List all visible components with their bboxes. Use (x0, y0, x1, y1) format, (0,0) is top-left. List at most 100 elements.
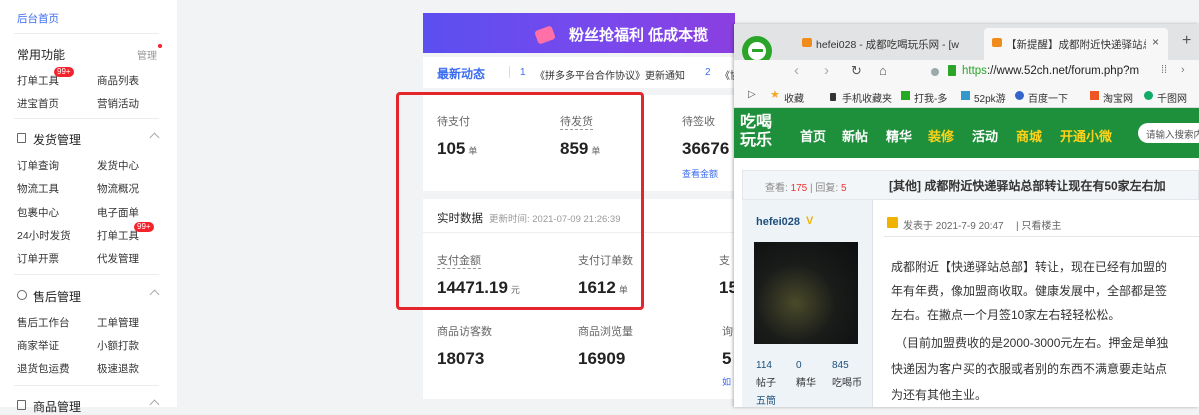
favicon-icon (992, 38, 1002, 47)
metric-link[interactable]: 如 (722, 375, 731, 388)
post-line: 年有年费，像加盟商收取。健康发展中，全部都是签 (891, 284, 1168, 298)
bookmark-item[interactable]: 百度一下 (1028, 90, 1068, 105)
post-line: 左右。在撇点一个月签10家左右轻轻松松。 (891, 308, 1121, 322)
bookmark-item[interactable]: 收藏 (784, 90, 804, 105)
home-icon[interactable]: ⌂ (879, 63, 887, 78)
metric-label[interactable]: 询 (722, 323, 733, 339)
news-index: 1 (520, 67, 526, 78)
bookmark-favicon-icon (961, 91, 970, 100)
divider (14, 118, 159, 119)
sidebar-item[interactable]: 打单工具 (97, 228, 139, 243)
nav-item[interactable]: 新帖 (842, 126, 868, 145)
count-badge: 99+ (134, 222, 154, 232)
bookmark-item[interactable]: 手机收藏夹 (842, 90, 892, 105)
view-amount-link[interactable]: 查看金额 (682, 167, 718, 180)
back-icon[interactable]: ‹ (794, 62, 799, 79)
tab-active[interactable]: 【新提醒】成都附近快递驿站总 × (984, 28, 1168, 60)
visitors-value: 18073 (437, 349, 485, 368)
sidebar-item[interactable]: 订单查询 (17, 158, 59, 173)
vip-icon: V (806, 215, 814, 227)
post-icon (887, 217, 898, 228)
only-author-link[interactable]: | 只看楼主 (1016, 217, 1061, 232)
sidebar-item[interactable]: 小额打款 (97, 338, 139, 353)
news-index: 2 (705, 67, 711, 78)
post-line: 快递因为客户买的衣服或者别的东西不满意要走站点 (891, 362, 1168, 376)
sidebar-item-print-tool[interactable]: 打单工具 (17, 73, 59, 88)
bookmark-item[interactable]: 52pk游 (974, 90, 1006, 105)
tab-inactive[interactable]: hefei028 - 成都吃喝玩乐网 - [w (794, 28, 984, 58)
forward-icon[interactable]: › (824, 62, 829, 79)
manage-button[interactable]: 管理 (137, 47, 157, 62)
nav-item[interactable]: 开通小微 (1060, 126, 1112, 145)
site-search-input[interactable]: 请输入搜索内 (1138, 123, 1199, 143)
url-input[interactable]: https://www.52ch.net/forum.php?m (962, 65, 1139, 77)
sidebar-item-goods-list[interactable]: 商品列表 (97, 73, 139, 88)
chevron-up-icon[interactable] (149, 132, 160, 143)
security-icon (931, 68, 939, 76)
metric-label[interactable]: 支 (719, 252, 730, 268)
sidebar-item[interactable]: 退货包运费 (17, 361, 70, 376)
chevron-up-icon[interactable] (149, 289, 160, 300)
sidebar-item[interactable]: 物流概况 (97, 181, 139, 196)
tab-title: hefei028 - 成都吃喝玩乐网 - [w (816, 39, 959, 51)
sidebar-toggle-icon[interactable]: ▷ (748, 89, 756, 100)
promo-banner[interactable]: 粉丝抢福利 低成本揽 (423, 13, 735, 53)
sidebar-item-marketing[interactable]: 营销活动 (97, 96, 139, 111)
post-date: 发表于 2021-7-9 20:47 (903, 221, 1004, 232)
nav-item[interactable]: 商城 (1016, 126, 1042, 145)
section-title-common: 常用功能 (17, 48, 66, 62)
bookmark-item[interactable]: 淘宝网 (1103, 90, 1133, 105)
site-logo[interactable]: 吃喝 玩乐 (740, 114, 772, 150)
pending-sign-label[interactable]: 待签收 (682, 113, 715, 129)
stat-value: 114 (756, 360, 772, 371)
nav-item[interactable]: 装修 (928, 126, 954, 145)
section-title-shipping[interactable]: 发货管理 (33, 131, 81, 148)
sidebar-item[interactable]: 商家举证 (17, 338, 59, 353)
sidebar-item[interactable]: 售后工作台 (17, 315, 70, 330)
sidebar-item[interactable]: 极速退款 (97, 361, 139, 376)
sidebar-item[interactable]: 物流工具 (17, 181, 59, 196)
sidebar: 后台首页 常用功能 管理 打单工具 99+ 商品列表 进宝首页 营销活动 发货管… (0, 0, 177, 414)
sidebar-item[interactable]: 代发管理 (97, 251, 139, 266)
nav-item[interactable]: 首页 (800, 126, 826, 145)
sidebar-item[interactable]: 工单管理 (97, 315, 139, 330)
section-title-aftersale[interactable]: 售后管理 (33, 288, 81, 305)
tab-title: 【新提醒】成都附近快递驿站总 (1006, 39, 1146, 51)
sidebar-item[interactable]: 订单开票 (17, 251, 59, 266)
grid-icon[interactable]: ⁞⁞ (1161, 64, 1167, 76)
bookmark-favicon-icon (1090, 91, 1099, 100)
nav-item[interactable]: 活动 (972, 126, 998, 145)
chevron-up-icon[interactable] (149, 399, 160, 410)
bookmark-item[interactable]: 打我-多 (914, 90, 947, 105)
author-name[interactable]: hefei028 (756, 216, 800, 228)
stat-label: 吃喝币 (832, 378, 862, 389)
metric-value: 5 (722, 349, 732, 368)
sidebar-item[interactable]: 包裹中心 (17, 205, 59, 220)
news-item-link[interactable]: 《拼多多平台合作协议》更新通知 (535, 67, 685, 82)
sidebar-item[interactable]: 电子面单 (97, 205, 139, 220)
page-views-label[interactable]: 商品浏览量 (578, 323, 633, 339)
browser-window: hefei028 - 成都吃喝玩乐网 - [w 【新提醒】成都附近快递驿站总 ×… (734, 24, 1199, 407)
notify-dot-icon (158, 44, 162, 48)
bookmark-item[interactable]: 千图网 (1157, 90, 1187, 105)
star-icon: ★ (770, 89, 780, 101)
sidebar-item-jinbao[interactable]: 进宝首页 (17, 96, 59, 111)
reload-icon[interactable]: ↻ (851, 63, 862, 79)
sidebar-item[interactable]: 24小时发货 (17, 228, 71, 243)
visitors-label[interactable]: 商品访客数 (437, 323, 492, 339)
post-line: 成都附近【快递驿站总部】转让，现在已经有加盟的 (891, 260, 1168, 274)
count-badge: 99+ (54, 67, 74, 77)
more-icon[interactable]: › (1181, 64, 1185, 76)
stat-label: 精华 (796, 378, 816, 389)
avatar[interactable] (754, 242, 858, 344)
post-line: 为还有其他主业。 (891, 388, 988, 402)
thread-title[interactable]: [其他] 成都附近快递驿站总部转让现在有50家左右加 (889, 177, 1166, 194)
tab-bar: hefei028 - 成都吃喝玩乐网 - [w 【新提醒】成都附近快递驿站总 ×… (734, 24, 1199, 66)
divider (14, 385, 159, 386)
nav-item[interactable]: 精华 (886, 126, 912, 145)
phone-icon (830, 93, 836, 101)
sidebar-home-link[interactable]: 后台首页 (17, 11, 59, 26)
sidebar-item[interactable]: 发货中心 (97, 158, 139, 173)
close-tab-icon[interactable]: × (1152, 35, 1159, 49)
new-tab-icon[interactable]: + (1182, 32, 1191, 50)
